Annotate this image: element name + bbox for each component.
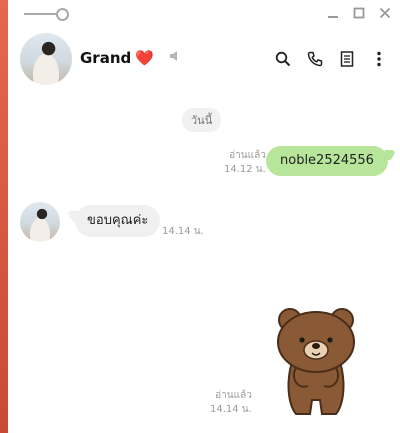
opacity-slider-handle[interactable]: [56, 8, 69, 21]
phone-icon[interactable]: [306, 50, 324, 68]
read-receipt: อ่านแล้ว: [229, 150, 266, 161]
maximize-icon[interactable]: [352, 5, 366, 21]
read-receipt: อ่านแล้ว: [215, 390, 252, 401]
window-controls: [326, 5, 392, 21]
message-time: 14.12 น.: [224, 164, 266, 175]
chat-header: Grand ❤️: [8, 30, 400, 90]
message-time: 14.14 น.: [210, 404, 252, 415]
outgoing-message-bubble[interactable]: noble2524556: [266, 146, 388, 176]
message-meta: อ่านแล้ว 14.14 น.: [210, 389, 252, 417]
notes-icon[interactable]: [338, 50, 356, 68]
search-icon[interactable]: [274, 50, 292, 68]
sender-avatar[interactable]: [20, 202, 60, 242]
brown-bear-sticker[interactable]: [272, 304, 360, 420]
message-time: 14.14 น.: [162, 226, 204, 237]
heart-emoji: ❤️: [135, 48, 154, 67]
title-bar: [8, 0, 400, 28]
speaker-icon[interactable]: [168, 48, 182, 67]
more-icon[interactable]: [370, 50, 388, 68]
chat-window: Grand ❤️ วันนี้ อ่านแล้ว 14.12 น. noble2…: [8, 0, 400, 433]
close-icon[interactable]: [378, 5, 392, 21]
date-separator: วันนี้: [182, 108, 222, 132]
contact-avatar[interactable]: [20, 33, 72, 85]
header-actions: [274, 50, 388, 68]
window-edge: [0, 0, 8, 433]
contact-name-row: Grand ❤️: [80, 48, 182, 67]
message-area: วันนี้ อ่านแล้ว 14.12 น. noble2524556 ขอ…: [8, 92, 400, 433]
message-meta: อ่านแล้ว 14.12 น.: [224, 149, 266, 177]
contact-name[interactable]: Grand: [80, 49, 131, 67]
minimize-icon[interactable]: [326, 5, 340, 21]
incoming-message-bubble[interactable]: ขอบคุณค่ะ: [75, 205, 161, 237]
